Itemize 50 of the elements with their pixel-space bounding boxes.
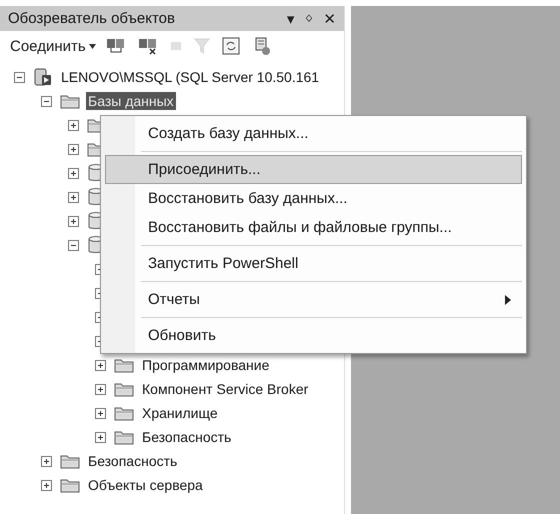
- collapse-toggle[interactable]: [68, 240, 79, 250]
- expand-toggle[interactable]: [68, 144, 79, 154]
- menu-item[interactable]: Запустить PowerShell: [105, 249, 522, 278]
- tree-item[interactable]: Безопасность: [86, 452, 180, 470]
- server-icon: [33, 67, 53, 87]
- computers-icon: [106, 37, 126, 55]
- tree-item[interactable]: Компонент Service Broker: [140, 380, 310, 398]
- menu-item[interactable]: Создать базу данных...: [105, 119, 522, 148]
- submenu-arrow-icon: [505, 294, 511, 304]
- tree-item[interactable]: Базы данных: [86, 92, 176, 110]
- expand-toggle[interactable]: [95, 360, 106, 370]
- expand-toggle[interactable]: [41, 456, 52, 466]
- expand-toggle[interactable]: [68, 216, 79, 226]
- stop-icon: [170, 40, 182, 52]
- title-bar-button[interactable]: ▾: [284, 10, 296, 28]
- filter-icon: [194, 38, 210, 54]
- collapse-toggle[interactable]: [41, 96, 52, 106]
- expand-toggle[interactable]: [41, 480, 52, 490]
- title-bar-button[interactable]: ✕: [321, 10, 338, 28]
- folder-icon: [60, 477, 80, 493]
- folder-icon: [60, 93, 80, 109]
- menu-item[interactable]: Восстановить файлы и файловые группы...: [105, 213, 522, 242]
- menu-item[interactable]: Отчеты: [105, 285, 522, 314]
- folder-icon: [114, 429, 134, 445]
- menu-item[interactable]: Восстановить базу данных...: [105, 184, 522, 213]
- panel-title: Обозреватель объектов: [8, 10, 175, 27]
- computers-icon: [138, 37, 158, 55]
- expand-toggle[interactable]: [68, 120, 79, 130]
- refresh-icon: [222, 37, 240, 55]
- folder-icon: [114, 405, 134, 421]
- tree-item[interactable]: Безопасность: [140, 428, 234, 446]
- tree-item[interactable]: LENOVO\MSSQL (SQL Server 10.50.161: [59, 68, 322, 86]
- caret-icon: [88, 44, 96, 48]
- connect-dropdown[interactable]: Соединить: [10, 38, 96, 54]
- expand-toggle[interactable]: [68, 168, 79, 178]
- folder-icon: [114, 381, 134, 397]
- collapse-toggle[interactable]: [14, 72, 25, 82]
- expand-toggle[interactable]: [95, 432, 106, 442]
- expand-toggle[interactable]: [95, 384, 106, 394]
- menu-item[interactable]: Обновить: [105, 321, 522, 350]
- tree-item[interactable]: Объекты сервера: [86, 476, 205, 494]
- folder-icon: [60, 453, 80, 469]
- tree-item[interactable]: Программирование: [140, 356, 272, 374]
- expand-toggle[interactable]: [68, 192, 79, 202]
- folder-icon: [114, 357, 134, 373]
- menu-item[interactable]: Присоединить...: [105, 155, 522, 184]
- tree-item[interactable]: Хранилище: [140, 404, 220, 422]
- title-bar-button[interactable]: ᛜ: [302, 10, 316, 28]
- expand-toggle[interactable]: [95, 408, 106, 418]
- toolbar-button[interactable]: [220, 37, 242, 55]
